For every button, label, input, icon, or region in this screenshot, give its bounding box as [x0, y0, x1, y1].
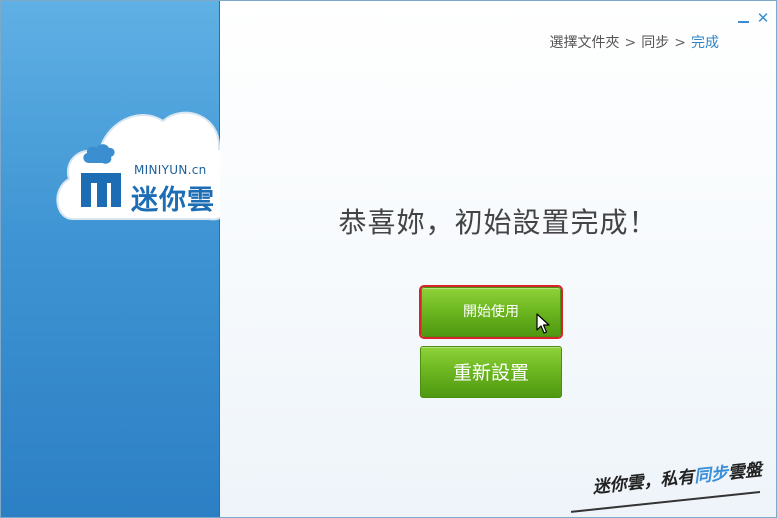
- breadcrumb: 選擇文件夾 > 同步 > 完成: [550, 32, 719, 52]
- main-content: ✕ 選擇文件夾 > 同步 > 完成 恭喜妳，初始設置完成！ 開始使用 重新設置 迷你雲，…: [220, 1, 776, 517]
- completion-headline: 恭喜妳，初始設置完成！: [338, 206, 658, 239]
- mouse-cursor-icon: [536, 313, 550, 334]
- breadcrumb-separator: >: [674, 35, 686, 51]
- close-button[interactable]: ✕: [755, 10, 771, 26]
- breadcrumb-step-select-folder: 選擇文件夾: [549, 35, 620, 51]
- breadcrumb-step-complete: 完成: [691, 35, 719, 51]
- breadcrumb-step-sync: 同步: [641, 35, 670, 51]
- reset-settings-button[interactable]: 重新設置: [420, 346, 562, 398]
- slogan-accent: 同步: [693, 463, 730, 488]
- slogan-part1: 迷你雲，私有: [591, 467, 696, 498]
- brand-domain: MINIYUN.cn: [134, 163, 207, 177]
- brand-name: 迷你雲: [131, 185, 215, 216]
- breadcrumb-separator: >: [624, 35, 637, 51]
- minimize-icon: [738, 21, 749, 23]
- slogan-part2: 雲盤: [726, 460, 763, 484]
- brand-sidebar: MINIYUN.cn 迷你雲: [1, 1, 243, 517]
- slogan: 迷你雲，私有同步雲盤: [591, 455, 763, 498]
- app-window: MINIYUN.cn 迷你雲 ✕ 選擇文件夾 > 同步 > 完成 恭喜妳，初始設置完成！…: [0, 0, 777, 518]
- minimize-button[interactable]: [736, 11, 752, 27]
- close-icon: ✕: [756, 9, 770, 27]
